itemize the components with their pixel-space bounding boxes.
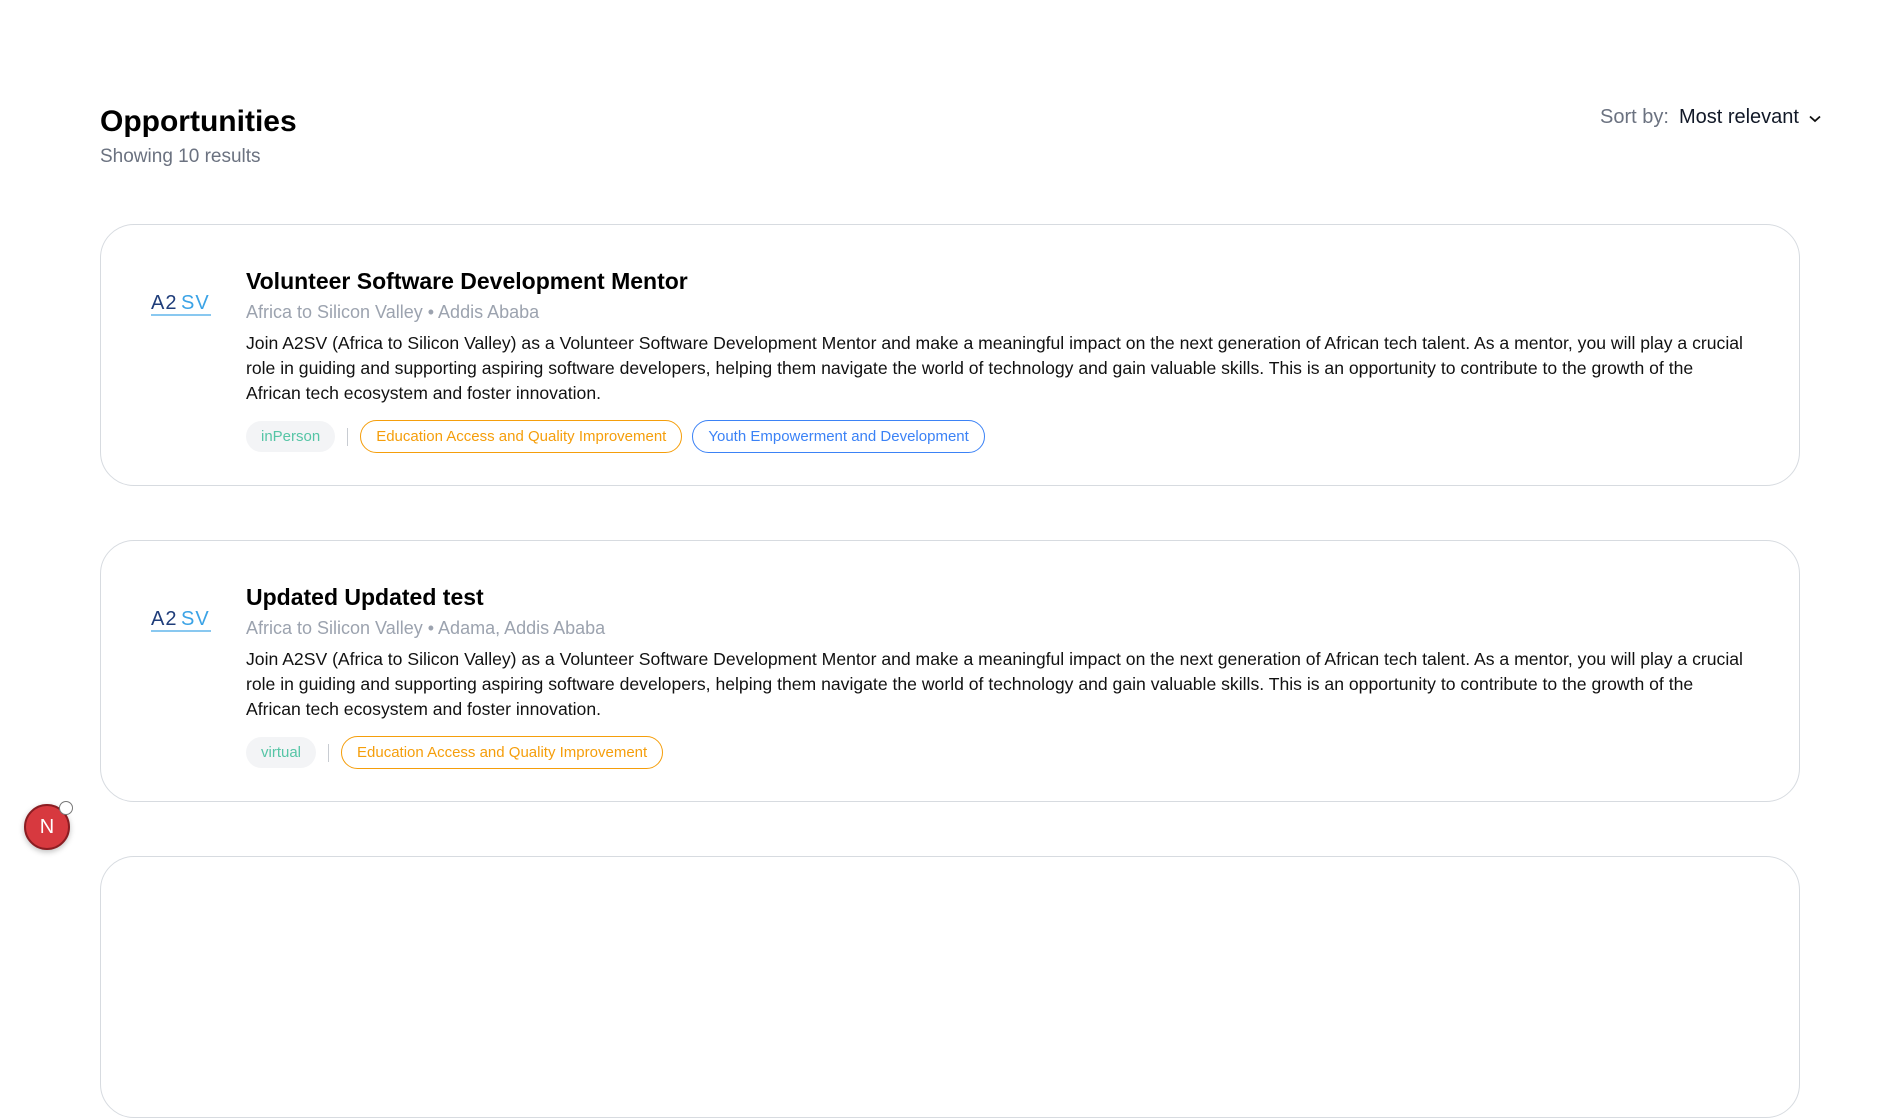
mode-badge: virtual [246, 737, 317, 768]
notification-dot [59, 801, 73, 815]
tag-divider [347, 427, 349, 446]
page-title: Opportunities [100, 105, 297, 138]
opportunity-org-location: Africa to Silicon Valley • Addis Ababa [246, 302, 540, 322]
opportunity-title[interactable]: Updated Updated test [246, 583, 1746, 611]
category-tag: Education Access and Quality Improvement [360, 420, 683, 453]
sort-dropdown[interactable]: Most relevant [1679, 106, 1821, 129]
category-tag: Youth Empowerment and Development [692, 420, 985, 453]
opportunity-description: Join A2SV (Africa to Silicon Valley) as … [246, 333, 1743, 403]
result-count: Showing 10 results [100, 146, 261, 167]
mode-badge: inPerson [246, 421, 336, 452]
svg-text:A2: A2 [151, 292, 177, 314]
page-header: Opportunities Showing 10 results [100, 104, 297, 168]
opportunity-card[interactable]: A2 SV Updated Updated test Africa to Sil… [100, 540, 1800, 802]
opportunity-card[interactable]: A2 SV Volunteer Software Development Men… [100, 224, 1800, 486]
tag-divider [328, 743, 330, 762]
sort-label: Sort by: [1600, 106, 1669, 128]
sort-value: Most relevant [1678, 106, 1799, 128]
category-tag: Education Access and Quality Improvement [341, 736, 664, 769]
opportunity-org-location: Africa to Silicon Valley • Adama, Addis … [246, 618, 606, 638]
tag-list: inPerson Education Access and Quality Im… [246, 420, 1746, 453]
tag-list: virtual Education Access and Quality Imp… [246, 736, 1746, 769]
svg-text:SV: SV [181, 608, 210, 630]
fab-label: N [39, 815, 55, 838]
opportunity-card-partial[interactable] [100, 856, 1800, 1118]
nextjs-dev-indicator-button[interactable]: N [24, 801, 73, 850]
opportunity-description: Join A2SV (Africa to Silicon Valley) as … [246, 649, 1743, 719]
svg-text:SV: SV [181, 292, 210, 314]
opportunity-title[interactable]: Volunteer Software Development Mentor [246, 267, 1746, 295]
a2sv-logo: A2 SV [151, 608, 211, 632]
a2sv-logo: A2 SV [151, 292, 211, 316]
svg-text:A2: A2 [151, 608, 177, 630]
sort-control: Sort by: Most relevant [1600, 106, 1821, 129]
chevron-down-icon [1809, 115, 1821, 122]
